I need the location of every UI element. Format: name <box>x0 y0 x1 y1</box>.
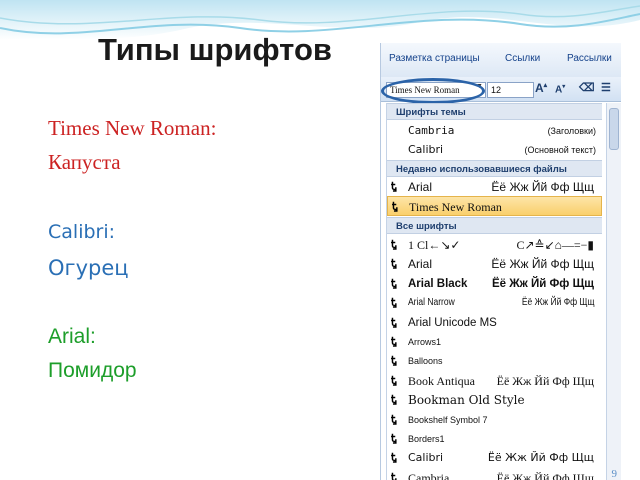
font-list-item-name: Arial Unicode MS <box>408 316 497 329</box>
font-list-item-name: Bookshelf Symbol 7 <box>408 414 488 425</box>
font-list-item-name: Book Antiqua <box>408 373 476 388</box>
recent-font-times-new-roman[interactable]: Ꮏ Times New Roman <box>387 196 602 216</box>
font-list-item[interactable]: Ꮏ Arial Unicode MS <box>387 313 602 333</box>
svg-text:Ꮏ: Ꮏ <box>391 181 397 192</box>
grow-font-icon[interactable]: A▴ <box>535 81 547 95</box>
section-recent-fonts: Недавно использовавшиеся файлы <box>387 160 602 177</box>
shrink-font-icon[interactable]: A▾ <box>555 83 565 95</box>
font-list-item-preview: Ёё Жж Йй Фф Щщ <box>491 257 594 272</box>
truetype-font-icon: Ꮏ <box>391 394 397 405</box>
font-size-combobox[interactable]: 12 <box>487 82 534 98</box>
sample-word-calibri: Огурец <box>48 256 129 280</box>
truetype-font-icon: Ꮏ <box>392 201 398 212</box>
tab-mailings[interactable]: Рассылки <box>567 53 612 64</box>
svg-text:Ꮏ: Ꮏ <box>391 472 397 480</box>
font-list-item[interactable]: Ꮏ Arial Ёё Жж Йй Фф Щщ <box>387 254 602 274</box>
font-list-scrollbar[interactable] <box>606 103 621 480</box>
svg-text:Ꮏ: Ꮏ <box>391 355 397 366</box>
truetype-font-icon: Ꮏ <box>391 317 397 328</box>
font-list-item-preview: Ёё Жж Йй Фф Щщ <box>521 297 594 309</box>
highlight-ellipse <box>381 78 485 104</box>
svg-text:Ꮏ: Ꮏ <box>391 414 397 425</box>
tab-page-layout[interactable]: Разметка страницы <box>389 53 480 64</box>
theme-font-calibri[interactable]: Calibri (Основной текст) <box>387 140 602 160</box>
truetype-font-icon: Ꮏ <box>391 414 397 425</box>
font-list-item-preview: Ёё Жж Йй Фф Щщ <box>491 277 594 290</box>
font-list-item-name: Calibri <box>408 451 444 465</box>
font-list-item-name: Arial Narrow <box>408 297 455 309</box>
recent-font-arial[interactable]: Ꮏ Arial Ёё Жж Йй Фф Щщ <box>387 177 602 197</box>
svg-text:Ꮏ: Ꮏ <box>391 336 397 347</box>
truetype-font-icon: Ꮏ <box>391 181 397 192</box>
sample-word-tnr: Капуста <box>48 150 121 174</box>
svg-text:Ꮏ: Ꮏ <box>391 297 397 308</box>
theme-font-cambria[interactable]: Cambria (Заголовки) <box>387 121 602 141</box>
truetype-font-icon: Ꮏ <box>391 258 397 269</box>
truetype-font-icon: Ꮏ <box>391 355 397 366</box>
svg-text:Ꮏ: Ꮏ <box>391 317 397 328</box>
font-list-item[interactable]: Ꮏ Arial Black Ёё Жж Йй Фф Щщ <box>387 274 602 294</box>
font-list-item-preview: C↗≙↙⌂—=−▮ <box>516 238 594 252</box>
truetype-font-icon: Ꮏ <box>391 239 397 250</box>
font-list-item-name: 1 Cl←↘✓ <box>408 238 461 252</box>
font-list-item[interactable]: Ꮏ Cambria Ёё Жж Йй Фф Щщ <box>387 468 602 480</box>
svg-text:Ꮏ: Ꮏ <box>391 278 397 289</box>
sample-font-label-tnr: Times New Roman: <box>48 116 217 140</box>
truetype-font-icon: Ꮏ <box>391 375 397 386</box>
font-list-item-name: Bookman Old Style <box>408 393 525 408</box>
list-icon[interactable]: ☰ <box>601 81 611 94</box>
font-list-item-name: Arrows1 <box>408 337 442 347</box>
tab-references[interactable]: Ссылки <box>505 53 540 64</box>
truetype-font-icon: Ꮏ <box>391 336 397 347</box>
font-list-item[interactable]: Ꮏ Book Antiqua Ёё Жж Йй Фф Щщ <box>387 371 602 391</box>
font-list-item[interactable]: Ꮏ Arrows1 <box>387 332 602 352</box>
truetype-font-icon: Ꮏ <box>391 433 397 444</box>
font-list-item-name: Cambria <box>408 470 450 480</box>
sample-font-label-arial: Arial: <box>48 325 96 348</box>
font-list-item[interactable]: Ꮏ 1 Cl←↘✓ C↗≙↙⌂—=−▮ <box>387 235 602 255</box>
font-list-item-name: Balloons <box>408 356 443 367</box>
ribbon-tabs: Разметка страницы Ссылки Рассылки <box>381 43 621 78</box>
truetype-font-icon: Ꮏ <box>391 452 397 463</box>
font-list-item[interactable]: Ꮏ Bookshelf Symbol 7 <box>387 410 602 430</box>
font-list-item[interactable]: Ꮏ Balloons <box>387 351 602 371</box>
font-list-item[interactable]: Ꮏ Arial Narrow Ёё Жж Йй Фф Щщ <box>387 293 602 313</box>
truetype-font-icon: Ꮏ <box>391 472 397 480</box>
font-list-item-name: Arial Black <box>408 277 468 290</box>
font-list-item-preview: Ёё Жж Йй Фф Щщ <box>496 373 594 388</box>
font-list-item[interactable]: Ꮏ Borders1 <box>387 429 602 449</box>
sample-word-arial: Помидор <box>48 359 137 382</box>
page-number: 9 <box>611 468 618 480</box>
slide-title: Типы шрифтов <box>98 32 332 67</box>
section-theme-fonts: Шрифты темы <box>387 103 602 120</box>
sample-font-label-calibri: Calibri: <box>48 221 116 243</box>
truetype-font-icon: Ꮏ <box>391 278 397 289</box>
svg-text:Ꮏ: Ꮏ <box>391 433 397 444</box>
svg-text:Ꮏ: Ꮏ <box>391 375 397 386</box>
font-list-item-preview: Ёё Жж Йй Фф Щщ <box>487 451 594 465</box>
font-list-item-preview: Ёё Жж Йй Фф Щщ <box>496 470 594 480</box>
section-all-fonts: Все шрифты <box>387 217 602 234</box>
truetype-font-icon: Ꮏ <box>391 297 397 308</box>
font-list: Шрифты темы Cambria (Заголовки) Calibri … <box>386 103 602 480</box>
scrollbar-thumb[interactable] <box>609 108 619 150</box>
svg-text:Ꮏ: Ꮏ <box>391 258 397 269</box>
font-dropdown-screenshot: Разметка страницы Ссылки Рассылки Times … <box>380 43 621 480</box>
font-list-item-name: Arial <box>408 257 433 272</box>
svg-text:Ꮏ: Ꮏ <box>392 201 398 212</box>
font-list-item-name: Borders1 <box>408 434 445 444</box>
svg-text:Ꮏ: Ꮏ <box>391 394 397 405</box>
font-list-item[interactable]: Ꮏ Bookman Old Style <box>387 390 602 410</box>
svg-text:Ꮏ: Ꮏ <box>391 239 397 250</box>
svg-text:Ꮏ: Ꮏ <box>391 452 397 463</box>
clear-format-icon[interactable]: ⌫ <box>579 81 595 94</box>
font-list-item[interactable]: Ꮏ Calibri Ёё Жж Йй Фф Щщ <box>387 448 602 468</box>
